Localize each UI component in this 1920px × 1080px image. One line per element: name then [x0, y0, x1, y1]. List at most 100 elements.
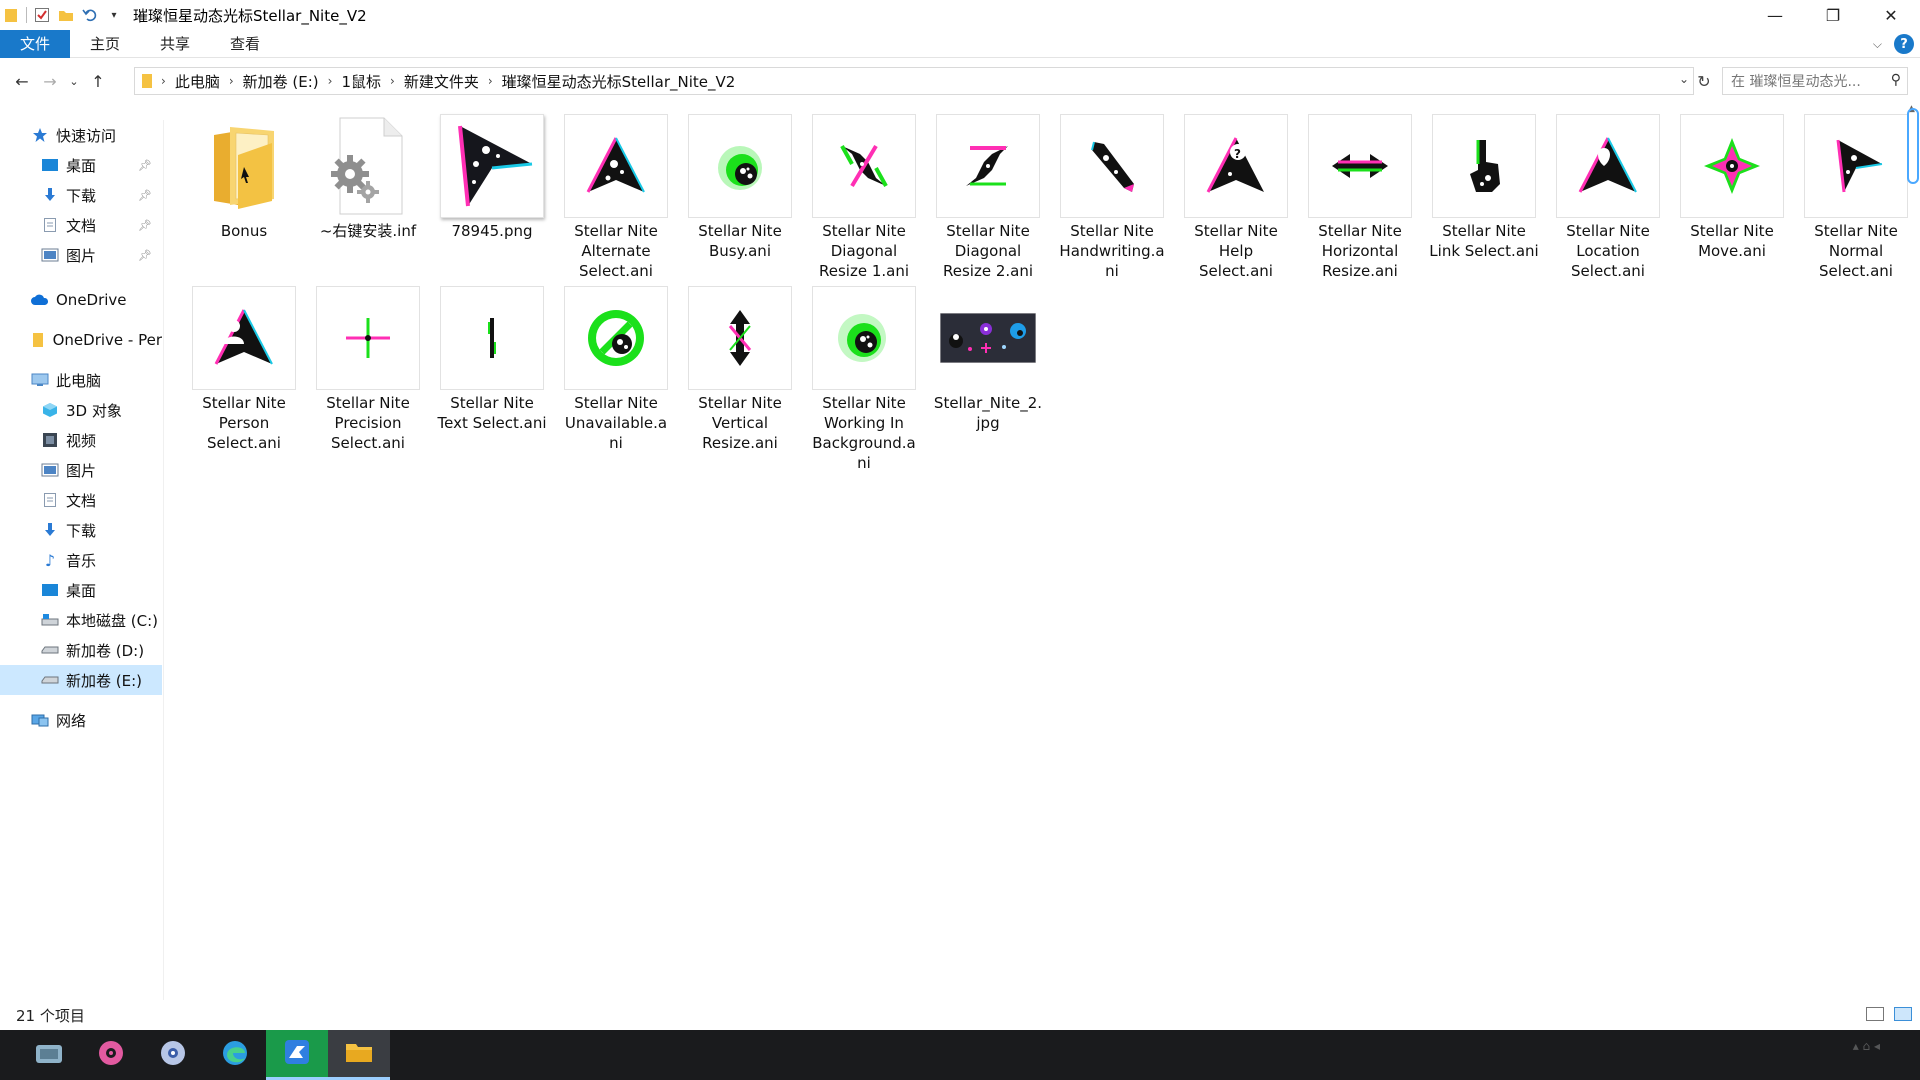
sidebar-item-downloads-pc[interactable]: 下载	[0, 515, 162, 545]
breadcrumb-chevron-icon[interactable]: ›	[229, 74, 234, 88]
close-button[interactable]: ✕	[1862, 0, 1920, 30]
sidebar-item-pictures[interactable]: 图片 📌︎	[0, 240, 162, 270]
taskbar-app-file-explorer[interactable]	[328, 1030, 390, 1080]
tray-icons: ▴ ⌂ ◂	[1852, 1039, 1880, 1053]
working-in-background-cursor-icon	[838, 314, 886, 362]
vertical-resize-cursor-icon	[728, 310, 752, 366]
details-view-icon[interactable]	[1866, 1007, 1884, 1021]
sidebar-item-this-pc[interactable]: 此电脑	[0, 365, 162, 395]
file-item[interactable]: Stellar Nite Move.ani	[1677, 114, 1787, 261]
scrollbar-thumb[interactable]	[1907, 108, 1919, 184]
breadcrumb-item[interactable]: 璀璨恒星动态光标Stellar_Nite_V2	[502, 71, 736, 92]
pin-icon[interactable]: 📌︎	[138, 249, 152, 262]
sidebar-item-documents[interactable]: 文档 📌︎	[0, 210, 162, 240]
tab-share[interactable]: 共享	[140, 30, 210, 58]
sidebar-item-drive-c[interactable]: 本地磁盘 (C:)	[0, 605, 162, 635]
sidebar-item-pictures-pc[interactable]: 图片	[0, 455, 162, 485]
sidebar-item-onedrive[interactable]: OneDrive	[0, 285, 162, 315]
breadcrumb-item[interactable]: 1鼠标	[341, 71, 381, 92]
recent-locations-icon[interactable]: ⌄	[64, 67, 84, 95]
file-item[interactable]: Stellar Nite Handwriting.ani	[1057, 114, 1167, 281]
file-item[interactable]: Stellar Nite Working In Background.ani	[809, 286, 919, 473]
breadcrumb-item[interactable]: 新加卷 (E:)	[243, 71, 319, 92]
minimize-button[interactable]: —	[1746, 0, 1804, 30]
pin-icon[interactable]: 📌︎	[138, 219, 152, 232]
search-box[interactable]: 在 璀璨恒星动态光... ⚲	[1722, 67, 1908, 95]
file-name: Bonus	[220, 222, 268, 240]
sidebar-item-onedrive-personal[interactable]: OneDrive - Per	[0, 325, 162, 355]
file-item[interactable]: Stellar Nite Vertical Resize.ani	[685, 286, 795, 453]
file-item[interactable]: Stellar Nite Precision Select.ani	[313, 286, 423, 453]
taskbar-app-bird[interactable]	[266, 1030, 328, 1080]
up-icon[interactable]: ↑	[84, 67, 112, 95]
forward-icon[interactable]: →	[36, 67, 64, 95]
folder-icon	[30, 331, 47, 349]
sidebar-item-drive-e[interactable]: 新加卷 (E:)	[0, 665, 162, 695]
drive-icon	[40, 641, 60, 659]
undo-icon[interactable]	[81, 6, 99, 24]
breadcrumb-item[interactable]: 此电脑	[175, 71, 220, 92]
file-item[interactable]: Bonus	[189, 114, 299, 241]
properties-icon[interactable]	[33, 6, 51, 24]
sidebar-item-music[interactable]: ♪ 音乐	[0, 545, 162, 575]
pin-icon[interactable]: 📌︎	[138, 159, 152, 172]
file-item[interactable]: Stellar Nite Horizontal Resize.ani	[1305, 114, 1415, 281]
file-item[interactable]: ? Stellar Nite Help Select.ani	[1181, 114, 1291, 281]
taskbar-app-music[interactable]	[80, 1030, 142, 1080]
file-item[interactable]: Stellar Nite Alternate Select.ani	[561, 114, 671, 281]
new-folder-icon[interactable]	[57, 6, 75, 24]
refresh-icon[interactable]: ↻	[1690, 67, 1718, 95]
search-icon[interactable]: ⚲	[1891, 72, 1901, 88]
sidebar-item-network[interactable]: 网络	[0, 705, 162, 735]
breadcrumb-item[interactable]: 新建文件夹	[404, 71, 479, 92]
vertical-scrollbar[interactable]: ▲	[1906, 104, 1920, 994]
taskbar-app-edge[interactable]	[204, 1030, 266, 1080]
file-item[interactable]: Stellar Nite Normal Select.ani	[1801, 114, 1911, 281]
file-item[interactable]: 78945.png	[437, 114, 547, 241]
taskbar-app-media[interactable]	[18, 1030, 80, 1080]
file-item[interactable]: Stellar_Nite_2.jpg	[933, 286, 1043, 433]
help-icon[interactable]: ?	[1894, 34, 1914, 54]
normal-select-cursor-icon	[1836, 139, 1883, 193]
expand-ribbon-icon[interactable]: ⌵	[1873, 37, 1882, 52]
sidebar-item-3d-objects[interactable]: 3D 对象	[0, 395, 162, 425]
file-item[interactable]: Stellar Nite Unavailable.ani	[561, 286, 671, 453]
cursor-preview-image	[446, 120, 538, 212]
person-select-cursor-icon	[214, 309, 273, 365]
sidebar-item-downloads[interactable]: 下载 📌︎	[0, 180, 162, 210]
file-item[interactable]: Stellar Nite Person Select.ani	[189, 286, 299, 453]
address-dropdown-icon[interactable]: ⌄	[1679, 72, 1689, 86]
breadcrumb-chevron-icon[interactable]: ›	[328, 74, 333, 88]
file-item[interactable]: Stellar Nite Diagonal Resize 2.ani	[933, 114, 1043, 281]
file-item[interactable]: Stellar Nite Text Select.ani	[437, 286, 547, 433]
large-icons-view-icon[interactable]	[1894, 1007, 1912, 1021]
tab-file[interactable]: 文件	[0, 29, 70, 58]
diagonal-resize-1-cursor-icon	[840, 144, 888, 188]
back-icon[interactable]: ←	[8, 67, 36, 95]
sidebar-item-label: 文档	[66, 491, 97, 510]
system-tray[interactable]: ▴ ⌂ ◂	[1853, 1038, 1880, 1055]
pin-icon[interactable]: 📌︎	[138, 189, 152, 202]
breadcrumb-chevron-icon[interactable]: ›	[390, 74, 395, 88]
busy-cursor-icon	[718, 146, 762, 190]
tab-view[interactable]: 查看	[210, 30, 280, 58]
media-app-icon	[34, 1041, 64, 1069]
file-item[interactable]: Stellar Nite Diagonal Resize 1.ani	[809, 114, 919, 281]
sidebar-item-desktop-pc[interactable]: 桌面	[0, 575, 162, 605]
sidebar-item-desktop[interactable]: 桌面 📌︎	[0, 150, 162, 180]
file-item[interactable]: Stellar Nite Busy.ani	[685, 114, 795, 261]
file-item[interactable]: Stellar Nite Link Select.ani	[1429, 114, 1539, 261]
file-name: Stellar Nite Handwriting.ani	[1059, 222, 1165, 280]
customize-toolbar-icon[interactable]: ▾	[105, 6, 123, 24]
sidebar-item-videos[interactable]: 视频	[0, 425, 162, 455]
sidebar-item-drive-d[interactable]: 新加卷 (D:)	[0, 635, 162, 665]
file-item[interactable]: ~右键安装.inf	[313, 114, 423, 241]
address-bar[interactable]: › 此电脑 › 新加卷 (E:) › 1鼠标 › 新建文件夹 › 璀璨恒星动态光…	[134, 67, 1694, 95]
tab-home[interactable]: 主页	[70, 30, 140, 58]
file-item[interactable]: Stellar Nite Location Select.ani	[1553, 114, 1663, 281]
breadcrumb-chevron-icon[interactable]: ›	[488, 74, 493, 88]
taskbar-app-disc[interactable]	[142, 1030, 204, 1080]
sidebar-item-documents-pc[interactable]: 文档	[0, 485, 162, 515]
sidebar-item-quick-access[interactable]: 快速访问	[0, 120, 162, 150]
maximize-button[interactable]: ❐	[1804, 0, 1862, 30]
